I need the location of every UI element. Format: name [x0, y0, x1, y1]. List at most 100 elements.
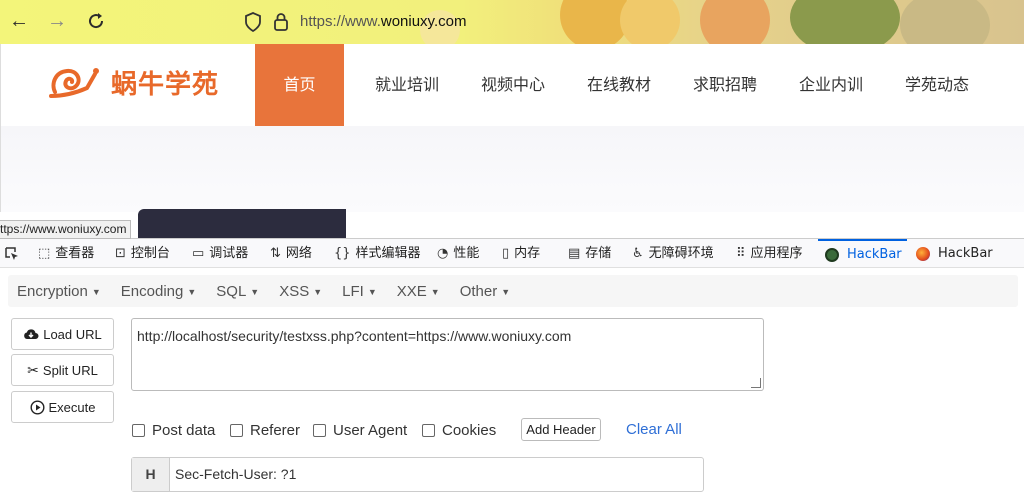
split-url-button[interactable]: ✂ Split URL	[11, 354, 114, 386]
nav-item-corporate[interactable]: 企业内训	[780, 44, 882, 126]
hackbar-firefox-icon	[916, 246, 930, 261]
tab-accessibility[interactable]: ♿ 无障碍环境	[632, 239, 714, 268]
pick-element-icon[interactable]	[4, 246, 20, 262]
url-domain: woniuxy.com	[380, 13, 467, 30]
menu-other[interactable]: Other ▼	[460, 283, 510, 300]
address-bar[interactable]: https://www.woniuxy.com	[300, 13, 466, 30]
tab-label: 无障碍环境	[648, 246, 714, 261]
caret-down-icon: ▼	[313, 286, 323, 297]
site-header: 蜗牛学苑 首页 就业培训 视频中心 在线教材 求职招聘 企业内训 学苑动态	[0, 44, 1024, 126]
storage-icon: ▤	[568, 246, 581, 261]
menu-label: XXE	[396, 282, 427, 300]
reload-icon[interactable]	[86, 11, 106, 31]
main-nav: 首页 就业培训 视频中心 在线教材 求职招聘 企业内训 学苑动态	[255, 44, 988, 126]
tab-console[interactable]: ⊡ 控制台	[115, 239, 170, 268]
shield-icon[interactable]	[244, 12, 262, 32]
menu-xxe[interactable]: XXE ▼	[397, 283, 440, 300]
page-content	[0, 126, 1024, 212]
user-agent-option[interactable]: User Agent	[313, 422, 407, 439]
tab-debugger[interactable]: ▭ 调试器	[192, 239, 248, 268]
debugger-icon: ▭	[192, 246, 205, 261]
button-label: Load URL	[43, 326, 102, 342]
user-agent-checkbox[interactable]	[313, 424, 326, 437]
tab-label: 样式编辑器	[355, 246, 421, 261]
menu-encoding[interactable]: Encoding ▼	[121, 283, 196, 300]
add-header-button[interactable]: Add Header	[521, 418, 601, 441]
decoration	[700, 0, 770, 44]
caret-down-icon: ▼	[501, 286, 511, 297]
tab-label: 内存	[514, 246, 541, 261]
tab-label: 调试器	[209, 246, 249, 261]
lock-icon[interactable]	[273, 12, 289, 32]
decoration	[900, 0, 990, 44]
browser-toolbar: ← → https://www.woniuxy.com	[0, 0, 1024, 44]
header-tag: H	[132, 458, 170, 491]
header-row: H Sec-Fetch-User: ?1	[131, 457, 704, 492]
tab-label: 应用程序	[750, 246, 803, 261]
caret-down-icon: ▼	[91, 286, 101, 297]
button-label: Split URL	[42, 362, 98, 378]
menu-label: XSS	[279, 282, 310, 300]
menu-label: Encoding	[120, 282, 184, 300]
referer-option[interactable]: Referer	[230, 422, 300, 439]
style-editor-icon: {}	[334, 246, 351, 261]
tab-storage[interactable]: ▤ 存储	[568, 239, 611, 268]
tab-hackbar[interactable]: HackBar	[818, 239, 907, 268]
cookies-option[interactable]: Cookies	[422, 422, 496, 439]
forward-button[interactable]: →	[46, 10, 68, 32]
menu-sql[interactable]: SQL ▼	[216, 283, 259, 300]
link-status-tooltip: ttps://www.woniuxy.com	[0, 220, 132, 239]
execute-button[interactable]: Execute	[11, 391, 114, 423]
logo-text: 蜗牛学苑	[111, 69, 220, 100]
tab-memory[interactable]: ▯ 内存	[502, 239, 540, 268]
application-icon: ⠿	[736, 246, 746, 261]
menu-xss[interactable]: XSS ▼	[279, 283, 322, 300]
nav-item-training[interactable]: 就业培训	[356, 44, 458, 126]
tab-hackbar-2[interactable]: HackBar	[916, 239, 993, 268]
devtools-tabbar: ⬚ 查看器 ⊡ 控制台 ▭ 调试器 ⇅ 网络 {} 样式编辑器 ◔ 性能 ▯ 内存 ▤ 存储 ♿…	[0, 238, 1024, 268]
post-data-option[interactable]: Post data	[132, 422, 215, 439]
nav-item-jobs[interactable]: 求职招聘	[674, 44, 776, 126]
option-label: User Agent	[333, 422, 408, 439]
console-icon: ⊡	[115, 246, 126, 261]
referer-checkbox[interactable]	[230, 424, 243, 437]
back-button[interactable]: ←	[8, 10, 30, 32]
header-value-input[interactable]: Sec-Fetch-User: ?1	[170, 458, 296, 491]
accessibility-icon: ♿	[632, 246, 644, 261]
site-logo[interactable]: 蜗牛学苑	[49, 62, 219, 102]
url-textarea[interactable]: http://localhost/security/testxss.php?co…	[131, 318, 764, 391]
nav-item-video[interactable]: 视频中心	[462, 44, 564, 126]
menu-encryption[interactable]: Encryption ▼	[17, 283, 101, 300]
cookies-checkbox[interactable]	[422, 424, 435, 437]
resize-handle[interactable]	[751, 378, 761, 388]
network-icon: ⇅	[270, 246, 281, 261]
hackbar-icon	[825, 247, 839, 262]
menu-label: Encryption	[17, 282, 88, 300]
nav-item-news[interactable]: 学苑动态	[886, 44, 988, 126]
caret-down-icon: ▼	[250, 286, 260, 297]
tab-label: HackBar	[847, 247, 902, 262]
play-circle-icon	[29, 399, 45, 415]
clear-all-link[interactable]: Clear All	[626, 421, 682, 438]
nav-item-textbook[interactable]: 在线教材	[568, 44, 670, 126]
hackbar-menu: Encryption ▼ Encoding ▼ SQL ▼ XSS ▼ LFI ▼ XXE…	[0, 269, 1024, 309]
tab-label: 控制台	[130, 246, 170, 261]
tab-network[interactable]: ⇅ 网络	[270, 239, 312, 268]
tab-label: 查看器	[55, 246, 95, 261]
scissors-icon: ✂	[27, 361, 39, 378]
tab-application[interactable]: ⠿ 应用程序	[736, 239, 803, 268]
load-url-button[interactable]: Load URL	[11, 318, 114, 350]
tab-style-editor[interactable]: {} 样式编辑器	[334, 239, 421, 268]
tab-label: 网络	[285, 246, 312, 261]
tab-label: 存储	[585, 246, 612, 261]
menu-lfi[interactable]: LFI ▼	[342, 283, 377, 300]
post-data-checkbox[interactable]	[132, 424, 145, 437]
nav-item-home[interactable]: 首页	[255, 44, 344, 126]
tab-inspector[interactable]: ⬚ 查看器	[38, 239, 94, 268]
tab-performance[interactable]: ◔ 性能	[437, 239, 479, 268]
decoration	[620, 0, 680, 44]
hackbar-panel: Load URL ✂ Split URL Execute http://loca…	[0, 309, 1024, 498]
menu-label: Other	[459, 282, 498, 300]
page-banner	[138, 209, 346, 238]
menu-label: LFI	[342, 282, 364, 300]
